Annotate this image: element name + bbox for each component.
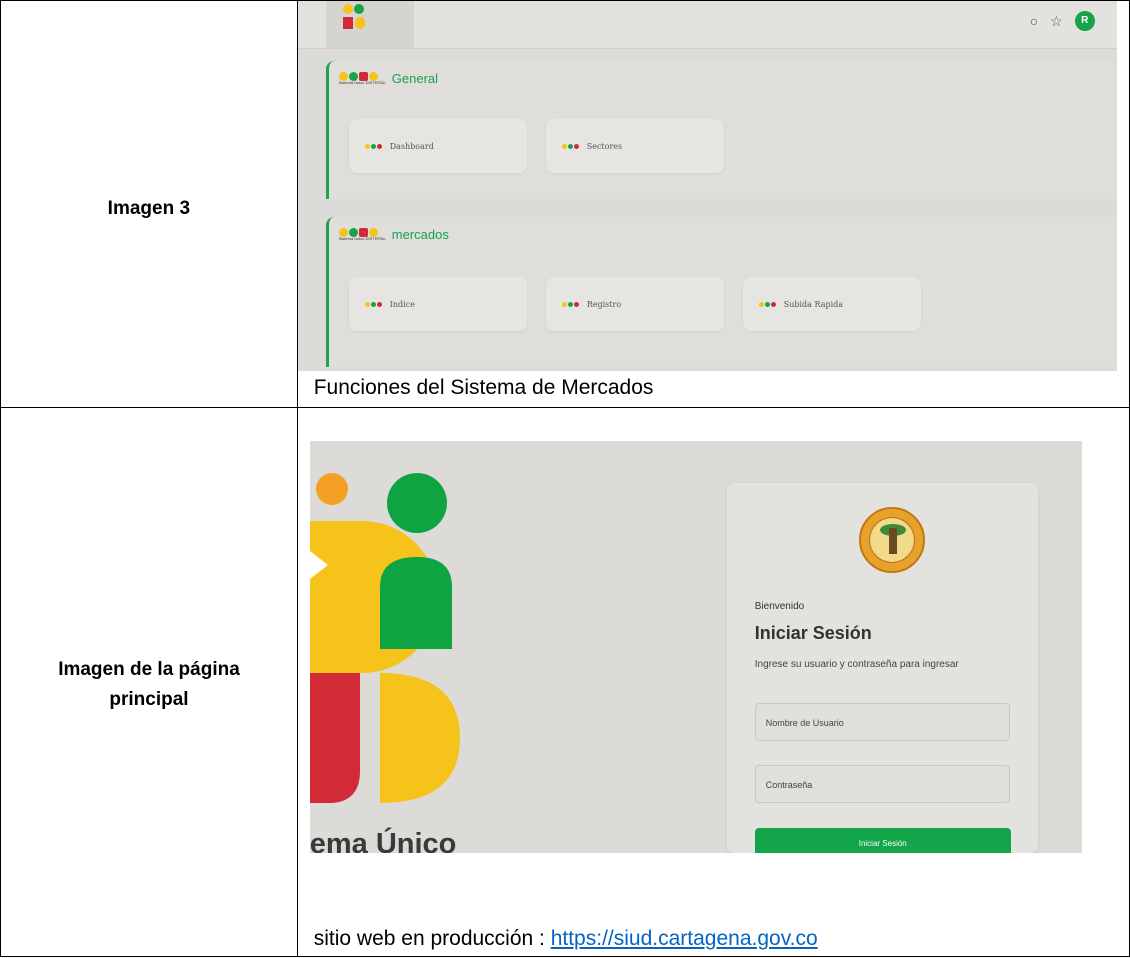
row-label-cell: Imagen de la página principal — [0, 407, 298, 957]
card-logo-icon — [758, 301, 776, 307]
location-pin-icon[interactable]: ○ — [1030, 13, 1038, 29]
section-title: General — [391, 71, 439, 86]
production-site-link[interactable]: https://siud.cartagena.gov.co — [551, 927, 818, 950]
row-label: Imagen 3 — [107, 198, 191, 219]
card-logo-icon — [364, 301, 382, 307]
card-label: Subida Rapida — [783, 299, 844, 309]
card-logo-icon — [364, 143, 382, 149]
table-row: Imagen de la página principal ema Único … — [0, 407, 1130, 957]
login-card: Bienvenido Iniciar Sesión Ingrese su usu… — [726, 483, 1038, 853]
card-logo-icon — [561, 143, 579, 149]
welcome-text: Bienvenido — [754, 601, 805, 612]
card-label: Indice — [389, 299, 415, 309]
avatar[interactable]: R — [1074, 11, 1095, 31]
logo-tab[interactable] — [325, 1, 414, 48]
table-row: Imagen 3 ○ ☆ R Sistema Único DISTRITAL G… — [0, 0, 1130, 408]
card-dashboard[interactable]: Dashboard — [348, 119, 527, 173]
section-header: Sistema Único DISTRITAL General — [338, 71, 439, 86]
section-title: mercados — [391, 227, 449, 242]
row-content-cell: ○ ☆ R Sistema Único DISTRITAL General Da… — [296, 0, 1130, 408]
card-logo-icon — [561, 301, 579, 307]
brand-shapes-icon — [309, 473, 460, 803]
caption-prefix: sitio web en producción : — [313, 927, 551, 950]
login-button[interactable]: Iniciar Sesión — [754, 828, 1011, 853]
sistema-unico-logo-icon: Sistema Único DISTRITAL — [338, 72, 386, 85]
password-field[interactable]: Contraseña — [754, 765, 1010, 803]
row-label: Imagen de la página principal — [58, 659, 240, 710]
username-field[interactable]: Nombre de Usuario — [754, 703, 1010, 741]
card-subida-rapida[interactable]: Subida Rapida — [742, 277, 921, 331]
logo-caption: Sistema Único DISTRITAL — [338, 80, 386, 85]
logo-caption: Sistema Único DISTRITAL — [338, 236, 386, 241]
section-mercados: Sistema Único DISTRITAL mercados Indice … — [325, 217, 1117, 367]
card-indice[interactable]: Indice — [348, 277, 527, 331]
document-table: Imagen 3 ○ ☆ R Sistema Único DISTRITAL G… — [0, 0, 1130, 957]
login-subtitle: Ingrese su usuario y contraseña para ing… — [754, 659, 959, 670]
login-title: Iniciar Sesión — [754, 623, 872, 643]
app-logo-icon — [342, 4, 365, 29]
row-label-cell: Imagen 3 — [0, 0, 298, 408]
figure-caption: Funciones del Sistema de Mercados — [313, 376, 654, 399]
topbar-icons: ○ ☆ R — [1030, 11, 1095, 31]
card-registro[interactable]: Registro — [545, 277, 724, 331]
card-label: Registro — [586, 299, 622, 309]
screenshot-markets-functions: ○ ☆ R Sistema Único DISTRITAL General Da… — [297, 1, 1117, 371]
sistema-unico-logo-icon: Sistema Único DISTRITAL — [338, 228, 386, 241]
screenshot-login-page: ema Único Bienvenido Iniciar Sesión Ingr… — [309, 441, 1082, 853]
top-bar: ○ ☆ R — [297, 1, 1117, 49]
cartagena-seal-icon — [858, 507, 925, 573]
card-sectores[interactable]: Sectores — [545, 119, 724, 173]
star-icon[interactable]: ☆ — [1050, 13, 1063, 30]
row-content-cell: ema Único Bienvenido Iniciar Sesión Ingr… — [296, 407, 1130, 957]
card-label: Sectores — [586, 141, 623, 151]
figure-caption: sitio web en producción : https://siud.c… — [314, 927, 818, 951]
section-general: Sistema Único DISTRITAL General Dashboar… — [325, 61, 1117, 199]
brand-text: ema Único — [309, 828, 457, 853]
card-label: Dashboard — [389, 141, 434, 151]
section-header: Sistema Único DISTRITAL mercados — [338, 227, 449, 242]
